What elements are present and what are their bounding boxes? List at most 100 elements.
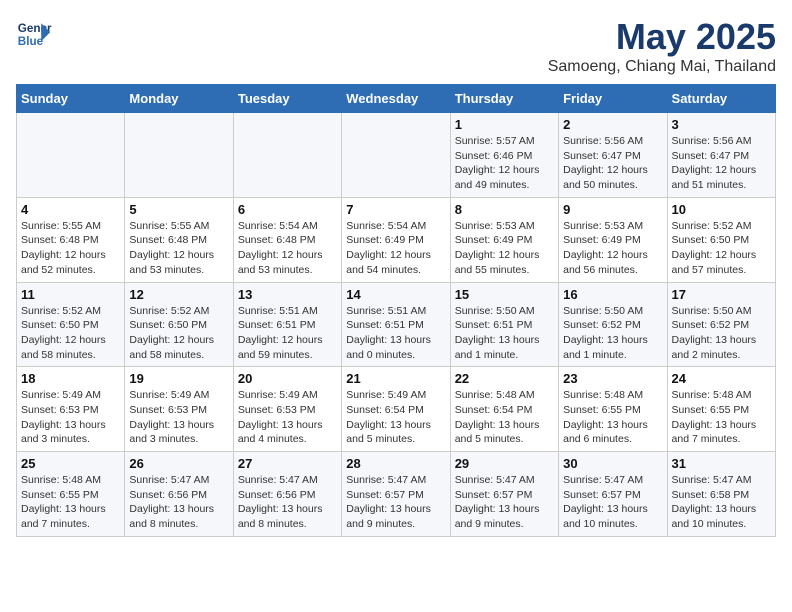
day-cell: 11 Sunrise: 5:52 AM Sunset: 6:50 PM Dayli… — [17, 282, 125, 367]
day-info: Sunrise: 5:48 AM Sunset: 6:55 PM Dayligh… — [672, 388, 771, 447]
week-row-1: 1 Sunrise: 5:57 AM Sunset: 6:46 PM Daylig… — [17, 113, 776, 198]
day-number: 21 — [346, 371, 445, 386]
day-cell: 4Sunrise: 5:55 AM Sunset: 6:48 PM Daylig… — [17, 197, 125, 282]
day-info: Sunrise: 5:49 AM Sunset: 6:53 PM Dayligh… — [238, 388, 337, 447]
day-number: 13 — [238, 287, 337, 302]
day-number: 20 — [238, 371, 337, 386]
day-cell: 16 Sunrise: 5:50 AM Sunset: 6:52 PM Dayli… — [559, 282, 667, 367]
day-cell: 19Sunrise: 5:49 AM Sunset: 6:53 PM Dayli… — [125, 367, 233, 452]
day-info: Sunrise: 5:50 AM Sunset: 6:52 PM Dayligh… — [672, 304, 771, 363]
day-info: Sunrise: 5:49 AM Sunset: 6:53 PM Dayligh… — [129, 388, 228, 447]
day-cell: 7 Sunrise: 5:54 AM Sunset: 6:49 PM Daylig… — [342, 197, 450, 282]
day-number: 26 — [129, 456, 228, 471]
day-cell: 30Sunrise: 5:47 AM Sunset: 6:57 PM Dayli… — [559, 452, 667, 537]
day-cell: 20 Sunrise: 5:49 AM Sunset: 6:53 PM Dayli… — [233, 367, 341, 452]
day-cell: 12 Sunrise: 5:52 AM Sunset: 6:50 PM Dayli… — [125, 282, 233, 367]
day-number: 29 — [455, 456, 554, 471]
weekday-header-friday: Friday — [559, 85, 667, 113]
day-number: 14 — [346, 287, 445, 302]
day-number: 24 — [672, 371, 771, 386]
logo-icon: General Blue — [16, 16, 52, 52]
day-info: Sunrise: 5:55 AM Sunset: 6:48 PM Dayligh… — [129, 219, 228, 278]
day-info: Sunrise: 5:48 AM Sunset: 6:55 PM Dayligh… — [21, 473, 120, 532]
day-cell: 25 Sunrise: 5:48 AM Sunset: 6:55 PM Dayli… — [17, 452, 125, 537]
day-cell — [17, 113, 125, 198]
day-number: 27 — [238, 456, 337, 471]
calendar-table: SundayMondayTuesdayWednesdayThursdayFrid… — [16, 84, 776, 537]
day-info: Sunrise: 5:52 AM Sunset: 6:50 PM Dayligh… — [672, 219, 771, 278]
week-row-2: 4 Sunrise: 5:55 AM Sunset: 6:48 PM Daylig… — [17, 197, 776, 282]
day-info: Sunrise: 5:54 AM Sunset: 6:48 PM Dayligh… — [238, 219, 337, 278]
day-cell: 13 Sunrise: 5:51 AM Sunset: 6:51 PM Dayli… — [233, 282, 341, 367]
day-number: 6 — [238, 202, 337, 217]
day-info: Sunrise: 5:48 AM Sunset: 6:54 PM Dayligh… — [455, 388, 554, 447]
day-number: 18 — [21, 371, 120, 386]
title-block: May 2025 Samoeng, Chiang Mai, Thailand — [548, 16, 776, 76]
day-cell: 21 Sunrise: 5:49 AM Sunset: 6:54 PM Dayli… — [342, 367, 450, 452]
day-number: 7 — [346, 202, 445, 217]
day-info: Sunrise: 5:50 AM Sunset: 6:52 PM Dayligh… — [563, 304, 662, 363]
day-info: Sunrise: 5:47 AM Sunset: 6:56 PM Dayligh… — [129, 473, 228, 532]
day-number: 17 — [672, 287, 771, 302]
day-cell: 9Sunrise: 5:53 AM Sunset: 6:49 PM Daylig… — [559, 197, 667, 282]
day-cell: 28 Sunrise: 5:47 AM Sunset: 6:57 PM Dayli… — [342, 452, 450, 537]
day-info: Sunrise: 5:57 AM Sunset: 6:46 PM Dayligh… — [455, 134, 554, 193]
day-info: Sunrise: 5:47 AM Sunset: 6:57 PM Dayligh… — [455, 473, 554, 532]
day-number: 25 — [21, 456, 120, 471]
day-cell: 17 Sunrise: 5:50 AM Sunset: 6:52 PM Dayli… — [667, 282, 775, 367]
day-cell — [125, 113, 233, 198]
day-info: Sunrise: 5:49 AM Sunset: 6:53 PM Dayligh… — [21, 388, 120, 447]
svg-text:Blue: Blue — [18, 35, 44, 48]
weekday-header-row: SundayMondayTuesdayWednesdayThursdayFrid… — [17, 85, 776, 113]
day-number: 22 — [455, 371, 554, 386]
day-number: 28 — [346, 456, 445, 471]
week-row-4: 18 Sunrise: 5:49 AM Sunset: 6:53 PM Dayli… — [17, 367, 776, 452]
day-number: 8 — [455, 202, 554, 217]
day-cell: 31 Sunrise: 5:47 AM Sunset: 6:58 PM Dayli… — [667, 452, 775, 537]
day-info: Sunrise: 5:51 AM Sunset: 6:51 PM Dayligh… — [238, 304, 337, 363]
day-number: 4 — [21, 202, 120, 217]
day-cell: 22 Sunrise: 5:48 AM Sunset: 6:54 PM Dayli… — [450, 367, 558, 452]
page-header: General Blue May 2025 Samoeng, Chiang Ma… — [16, 16, 776, 76]
day-number: 16 — [563, 287, 662, 302]
main-title: May 2025 — [548, 16, 776, 58]
day-info: Sunrise: 5:47 AM Sunset: 6:57 PM Dayligh… — [346, 473, 445, 532]
weekday-header-sunday: Sunday — [17, 85, 125, 113]
weekday-header-thursday: Thursday — [450, 85, 558, 113]
day-number: 12 — [129, 287, 228, 302]
day-info: Sunrise: 5:50 AM Sunset: 6:51 PM Dayligh… — [455, 304, 554, 363]
logo: General Blue — [16, 16, 54, 52]
weekday-header-monday: Monday — [125, 85, 233, 113]
day-number: 11 — [21, 287, 120, 302]
day-cell: 29 Sunrise: 5:47 AM Sunset: 6:57 PM Dayli… — [450, 452, 558, 537]
day-cell: 24 Sunrise: 5:48 AM Sunset: 6:55 PM Dayli… — [667, 367, 775, 452]
day-info: Sunrise: 5:53 AM Sunset: 6:49 PM Dayligh… — [455, 219, 554, 278]
day-number: 2 — [563, 117, 662, 132]
day-info: Sunrise: 5:56 AM Sunset: 6:47 PM Dayligh… — [672, 134, 771, 193]
day-cell: 5 Sunrise: 5:55 AM Sunset: 6:48 PM Daylig… — [125, 197, 233, 282]
day-cell: 23Sunrise: 5:48 AM Sunset: 6:55 PM Dayli… — [559, 367, 667, 452]
day-cell: 14 Sunrise: 5:51 AM Sunset: 6:51 PM Dayli… — [342, 282, 450, 367]
day-cell: 2 Sunrise: 5:56 AM Sunset: 6:47 PM Daylig… — [559, 113, 667, 198]
day-number: 5 — [129, 202, 228, 217]
day-cell: 26 Sunrise: 5:47 AM Sunset: 6:56 PM Dayli… — [125, 452, 233, 537]
day-cell: 10 Sunrise: 5:52 AM Sunset: 6:50 PM Dayli… — [667, 197, 775, 282]
day-number: 30 — [563, 456, 662, 471]
day-number: 23 — [563, 371, 662, 386]
day-info: Sunrise: 5:51 AM Sunset: 6:51 PM Dayligh… — [346, 304, 445, 363]
subtitle: Samoeng, Chiang Mai, Thailand — [548, 58, 776, 76]
day-info: Sunrise: 5:54 AM Sunset: 6:49 PM Dayligh… — [346, 219, 445, 278]
day-info: Sunrise: 5:49 AM Sunset: 6:54 PM Dayligh… — [346, 388, 445, 447]
day-number: 31 — [672, 456, 771, 471]
day-cell: 3Sunrise: 5:56 AM Sunset: 6:47 PM Daylig… — [667, 113, 775, 198]
week-row-5: 25 Sunrise: 5:48 AM Sunset: 6:55 PM Dayli… — [17, 452, 776, 537]
day-number: 10 — [672, 202, 771, 217]
day-number: 1 — [455, 117, 554, 132]
day-info: Sunrise: 5:56 AM Sunset: 6:47 PM Dayligh… — [563, 134, 662, 193]
day-info: Sunrise: 5:52 AM Sunset: 6:50 PM Dayligh… — [21, 304, 120, 363]
day-info: Sunrise: 5:52 AM Sunset: 6:50 PM Dayligh… — [129, 304, 228, 363]
weekday-header-saturday: Saturday — [667, 85, 775, 113]
day-info: Sunrise: 5:47 AM Sunset: 6:58 PM Dayligh… — [672, 473, 771, 532]
day-cell — [342, 113, 450, 198]
day-cell: 6 Sunrise: 5:54 AM Sunset: 6:48 PM Daylig… — [233, 197, 341, 282]
